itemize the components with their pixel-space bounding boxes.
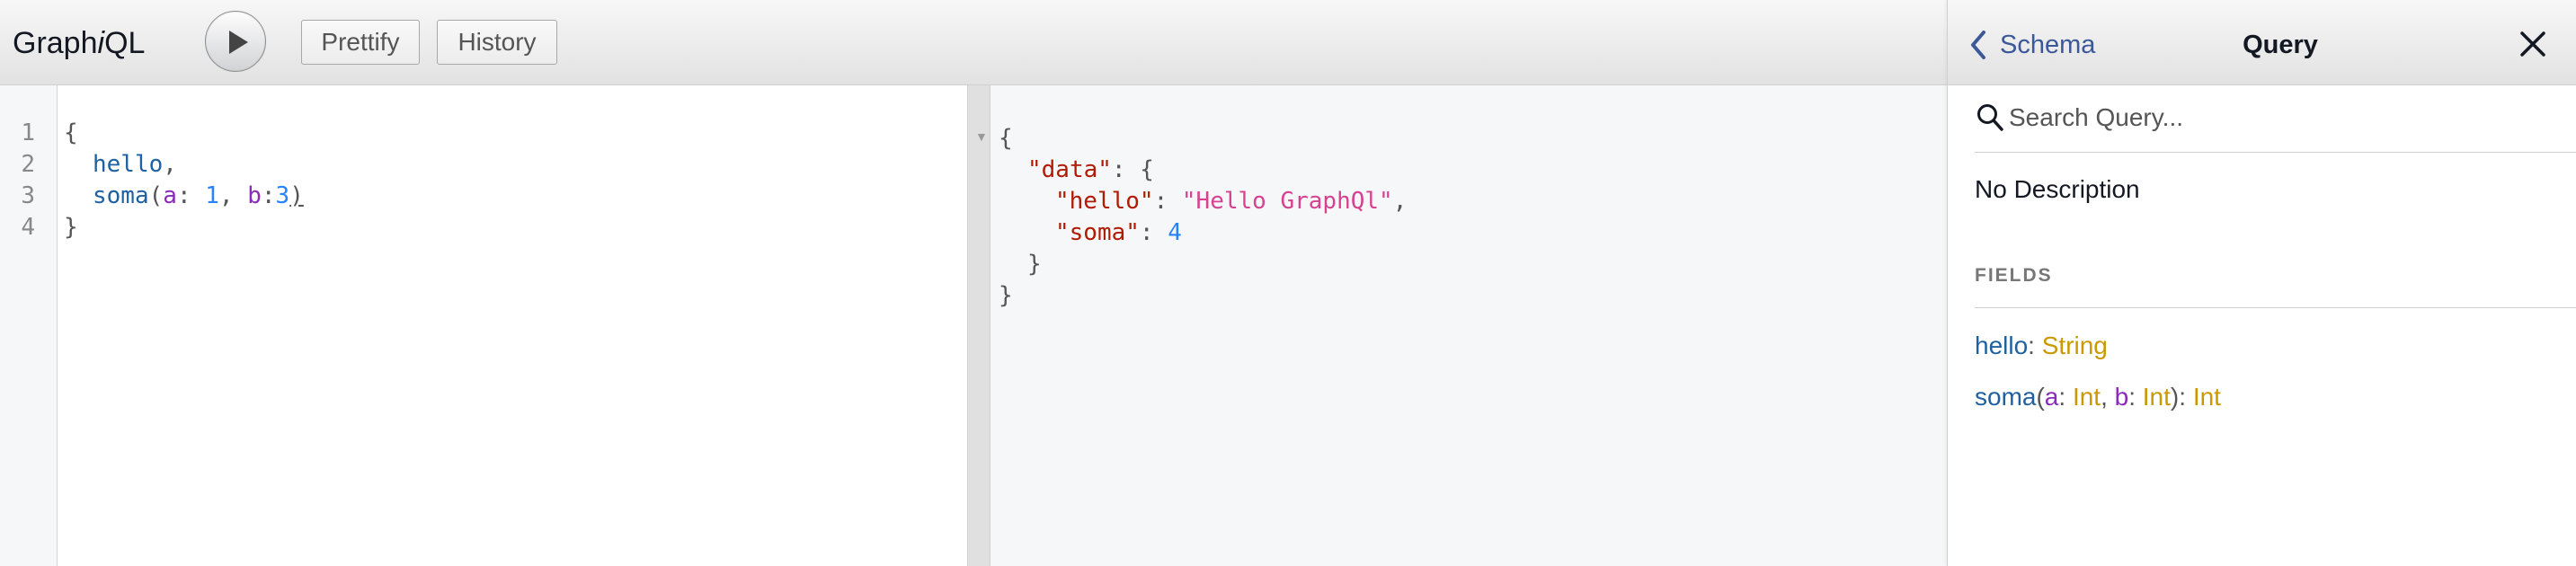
argument-a: a	[163, 182, 177, 209]
colon: :	[176, 182, 206, 209]
json-string-value: "Hello GraphQl"	[1181, 188, 1393, 215]
search-icon	[1977, 104, 2003, 131]
field-name-link[interactable]: soma	[1975, 383, 2036, 411]
json-key-hello: "hello"	[1055, 188, 1154, 215]
field-punc: :	[2128, 383, 2143, 411]
json-punc: :	[1153, 188, 1182, 215]
line-number: 4	[21, 214, 35, 241]
code-line-2: hello,	[93, 149, 177, 181]
play-icon	[229, 31, 248, 54]
query-editor[interactable]: 1 2 3 4 { hello, soma(a: 1, b:3) }	[0, 85, 967, 566]
field-punc: ,	[2101, 383, 2115, 411]
toolbar: GraphiQL Prettify History	[0, 0, 1947, 85]
title-suffix-text: QL	[104, 26, 146, 60]
field-argument: a	[2044, 383, 2059, 411]
doc-search-input[interactable]	[2009, 100, 2548, 136]
argument-type-link[interactable]: Int	[2143, 383, 2171, 411]
json-key-data: "data"	[1027, 156, 1112, 183]
line-number: 3	[21, 182, 35, 209]
history-button[interactable]: History	[437, 20, 557, 65]
field-punc: :	[2058, 383, 2073, 411]
result-line-4: "soma": 4	[1055, 217, 1182, 249]
argument-b: b	[247, 182, 262, 209]
doc-search-box	[1975, 85, 2576, 153]
type-description: No Description	[1975, 175, 2140, 203]
result-line-1: {	[999, 125, 1013, 152]
chevron-left-icon	[1971, 31, 1985, 59]
fold-marker-icon[interactable]: ▼	[975, 129, 988, 144]
graphiql-app: GraphiQL Prettify History 1 2 3 4 { hell…	[0, 0, 2576, 566]
doc-explorer-title: Query	[2243, 31, 2318, 59]
argument-value-2: 3	[275, 182, 290, 209]
doc-explorer: Schema Query No Description FIELDS hello…	[1947, 0, 2576, 566]
field-type-link[interactable]: String	[2042, 332, 2108, 359]
close-icon	[2520, 31, 2545, 57]
code-line-4: }	[64, 212, 78, 243]
doc-field-row: hello: String	[1975, 330, 2108, 362]
doc-explorer-header: Schema Query	[1948, 0, 2576, 85]
result-line-6: }	[999, 282, 1013, 309]
comma: ,	[163, 151, 177, 178]
prettify-button[interactable]: Prettify	[301, 20, 420, 65]
code-line-3: soma(a: 1, b:3)	[93, 181, 304, 212]
field-separator: :	[2028, 332, 2042, 359]
line-number: 1	[21, 119, 35, 146]
result-line-2: "data": {	[1027, 155, 1154, 186]
app-title: GraphiQL	[13, 25, 145, 61]
doc-field-row: soma(a: Int, b: Int): Int	[1975, 381, 2221, 413]
execute-query-button[interactable]	[205, 11, 266, 72]
json-punc: : {	[1111, 156, 1154, 183]
pane-resize-handle[interactable]	[967, 85, 990, 566]
query-field-hello: hello	[93, 151, 164, 178]
open-paren: (	[148, 182, 164, 209]
json-punc: ,	[1392, 188, 1408, 215]
field-punc: (	[2036, 383, 2045, 411]
argument-type-link[interactable]: Int	[2073, 383, 2101, 411]
title-italic-text: i	[97, 26, 105, 60]
comma: ,	[218, 182, 248, 209]
json-punc: :	[1139, 219, 1168, 246]
section-divider	[1975, 307, 2576, 308]
close-paren: )	[289, 182, 304, 209]
result-line-3: "hello": "Hello GraphQl",	[1055, 186, 1407, 217]
result-viewer: { "data": { "hello": "Hello GraphQl", "s…	[990, 85, 1947, 566]
close-doc-explorer-button[interactable]	[2519, 31, 2546, 57]
argument-value-1: 1	[205, 182, 219, 209]
line-number-gutter: 1 2 3 4	[0, 85, 58, 566]
json-number-value: 4	[1168, 219, 1182, 246]
colon: :	[261, 182, 276, 209]
close-brace: }	[64, 214, 78, 241]
json-key-soma: "soma"	[1055, 219, 1140, 246]
result-line-5: }	[1027, 251, 1042, 278]
fields-section-heading: FIELDS	[1975, 265, 2053, 286]
query-field-soma: soma	[93, 182, 149, 209]
field-type-link[interactable]: Int	[2193, 383, 2221, 411]
field-name-link[interactable]: hello	[1975, 332, 2028, 359]
open-brace: {	[64, 119, 78, 146]
field-argument: b	[2114, 383, 2129, 411]
title-text: Graph	[13, 26, 98, 60]
code-line-1: {	[64, 118, 78, 149]
line-number: 2	[21, 151, 35, 178]
back-label: Schema	[2000, 31, 2096, 59]
field-punc: ):	[2170, 383, 2193, 411]
